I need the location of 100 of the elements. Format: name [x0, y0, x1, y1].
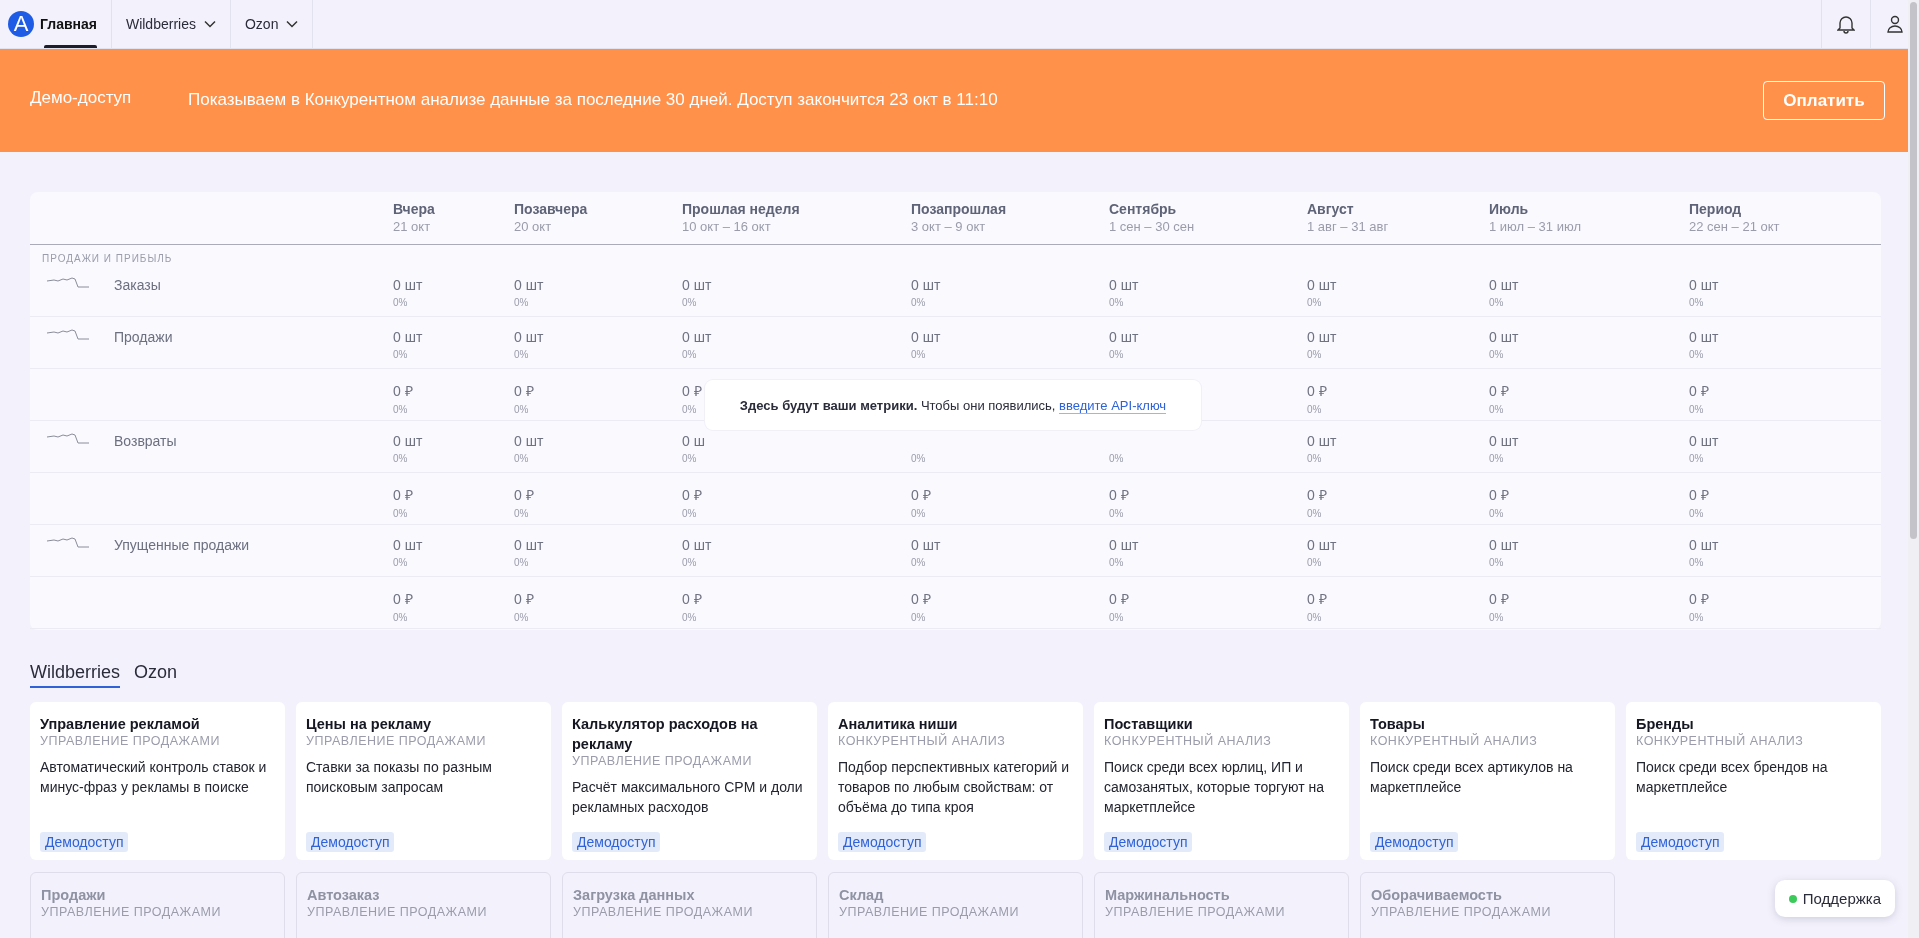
scrollbar-thumb[interactable]: [1910, 2, 1917, 539]
metric-value: 0 шт: [514, 329, 544, 345]
metric-value: 0 ₽: [1489, 382, 1509, 400]
notice-text: Здесь будут ваши метрики. Чтобы они появились, введите API-ключ: [739, 397, 1167, 413]
demo-badge: Демодоступ: [838, 832, 927, 852]
card-category: УПРАВЛЕНИЕ ПРОДАЖАМИ: [41, 905, 222, 919]
card-category: УПРАВЛЕНИЕ ПРОДАЖАМИ: [1371, 905, 1552, 919]
service-card[interactable]: Поставщики КОНКУРЕНТНЫЙ АНАЛИЗ Поиск среди всех юрлиц, ИП и самозанятых, которые торгуют на маркетплейсе Демодоступ: [1094, 702, 1349, 860]
metric-value: 0 ₽: [393, 382, 413, 400]
card-category: КОНКУРЕНТНЫЙ АНАЛИЗ: [1104, 734, 1273, 748]
metric-value: 0 шт: [911, 277, 941, 293]
column-header: Август: [1307, 200, 1355, 217]
nav-tab[interactable]: Wildberries: [111, 0, 231, 48]
metric-value: 0 ₽: [1109, 590, 1129, 608]
service-card[interactable]: Товары КОНКУРЕНТНЫЙ АНАЛИЗ Поиск среди всех артикулов на маркетплейсе Демодоступ: [1360, 702, 1615, 860]
column-header: Позавчера: [514, 200, 589, 217]
support-button[interactable]: Поддержка: [1774, 880, 1895, 917]
demo-badge: Демодоступ: [1104, 832, 1193, 852]
metric-value: 0 ш: [682, 433, 705, 449]
metric-change: 0%: [393, 297, 408, 308]
card-title: Калькулятор расходов на рекламу: [572, 715, 759, 754]
metric-value: 0 шт: [1689, 277, 1719, 293]
metric-change: 0%: [682, 404, 697, 415]
service-card[interactable]: Калькулятор расходов на рекламу УПРАВЛЕНИЕ ПРОДАЖАМИ Расчёт максимального CPM и доли рекламных расходов Демодоступ: [562, 702, 817, 860]
metric-change: 0%: [1689, 297, 1704, 308]
service-card[interactable]: Цены на рекламу УПРАВЛЕНИЕ ПРОДАЖАМИ Ставки за показы по разным поисковым запросам Демодоступ: [296, 702, 551, 860]
metric-change: 0%: [911, 557, 926, 568]
demo-badge: Демодоступ: [1370, 832, 1459, 852]
metric-value: 0 шт: [514, 433, 544, 449]
metric-change: 0%: [393, 557, 408, 568]
metric-value: 0 шт: [393, 329, 423, 345]
card-description: Поиск среди всех артикулов на маркетплейсе: [1370, 758, 1574, 797]
card-title: Аналитика ниши: [838, 715, 959, 733]
metric-change: 0%: [514, 453, 529, 464]
metric-value: 0 ₽: [1689, 382, 1709, 400]
metric-change: 0%: [1307, 404, 1322, 415]
column-header: Период: [1689, 200, 1743, 217]
card-title: Загрузка данных: [573, 886, 696, 905]
card-title: Бренды: [1636, 715, 1695, 733]
metric-change: 0%: [1489, 297, 1504, 308]
logo[interactable]: A: [8, 11, 34, 37]
column-header: Июль: [1489, 200, 1530, 217]
card-description: Поиск среди всех юрлиц, ИП и самозанятых, которые торгуют на маркетплейсе: [1104, 758, 1326, 817]
metric-change: 0%: [393, 453, 408, 464]
metric-change: 0%: [1109, 349, 1124, 360]
marketplace-tab[interactable]: Ozon: [134, 662, 178, 688]
user-icon[interactable]: [1887, 15, 1903, 33]
metric-change: 0%: [1489, 612, 1504, 623]
metric-change: 0%: [1689, 508, 1704, 519]
metric-change: 0%: [682, 453, 697, 464]
metric-change: 0%: [1307, 349, 1322, 360]
metric-value: 0 шт: [1489, 277, 1519, 293]
metric-value: 0 ₽: [1689, 486, 1709, 504]
metric-change: 0%: [514, 557, 529, 568]
marketplace-tab[interactable]: Wildberries: [30, 662, 121, 688]
service-card[interactable]: Управление рекламой УПРАВЛЕНИЕ ПРОДАЖАМИ Автоматический контроль ставок и минус-фраз у рекламы в поиске Демодоступ: [30, 702, 285, 860]
metric-change: 0%: [1689, 453, 1704, 464]
metric-change: 0%: [682, 612, 697, 623]
metric-value: 0 шт: [393, 277, 423, 293]
service-card[interactable]: Аналитика ниши КОНКУРЕНТНЫЙ АНАЛИЗ Подбор перспективных категорий и товаров по любым свойствам: от объёма до типа кроя Демодоступ: [828, 702, 1083, 860]
api-key-link[interactable]: введите API-ключ: [1059, 397, 1167, 414]
metric-value: 0 шт: [1689, 329, 1719, 345]
card-title: Оборачиваемость: [1371, 886, 1503, 905]
nav-tab[interactable]: Ozon: [230, 0, 314, 48]
metric-value: 0 шт: [1307, 433, 1337, 449]
sparkline-icon: [46, 327, 90, 341]
metric-value: 0 ₽: [1307, 590, 1327, 608]
metric-change: 0%: [1109, 557, 1124, 568]
metric-change: 0%: [911, 297, 926, 308]
metric-value: 0 шт: [1307, 537, 1337, 553]
card-description: Поиск среди всех брендов на маркетплейсе: [1636, 758, 1829, 797]
card-description: Автоматический контроль ставок и минус-фраз у рекламы в поиске: [40, 758, 268, 797]
metric-change: 0%: [1109, 453, 1124, 464]
demo-badge: Демодоступ: [306, 832, 395, 852]
sparkline-icon: [46, 275, 90, 289]
metric-value: 0 шт: [1109, 537, 1139, 553]
card-category: УПРАВЛЕНИЕ ПРОДАЖАМИ: [573, 905, 754, 919]
nav-tab[interactable]: Главная: [34, 0, 112, 48]
metric-change: 0%: [1307, 453, 1322, 464]
metric-value: 0 ₽: [514, 486, 534, 504]
metric-change: 0%: [911, 453, 926, 464]
card-title: Цены на рекламу: [306, 715, 433, 734]
metric-value: 0 шт: [1307, 277, 1337, 293]
card-title: Товары: [1370, 715, 1426, 733]
metric-change: 0%: [682, 508, 697, 519]
metric-change: 0%: [1689, 612, 1704, 623]
metric-change: 0%: [911, 508, 926, 519]
metric-change: 0%: [1307, 557, 1322, 568]
metric-value: 0 шт: [393, 433, 423, 449]
bell-icon[interactable]: [1837, 14, 1855, 34]
metric-value: 0 шт: [1489, 329, 1519, 345]
column-period: 22 сен – 21 окт: [1689, 219, 1781, 234]
metric-label: Возвраты: [114, 432, 177, 449]
metric-value: 0 ₽: [911, 486, 931, 504]
service-card[interactable]: Бренды КОНКУРЕНТНЫЙ АНАЛИЗ Поиск среди всех брендов на маркетплейсе Демодоступ: [1626, 702, 1881, 860]
metric-change: 0%: [393, 349, 408, 360]
metric-change: 0%: [1109, 297, 1124, 308]
metric-change: 0%: [514, 297, 529, 308]
metric-value: 0 ₽: [514, 382, 534, 400]
section-label: ПРОДАЖИ И ПРИБЫЛЬ: [41, 252, 174, 265]
